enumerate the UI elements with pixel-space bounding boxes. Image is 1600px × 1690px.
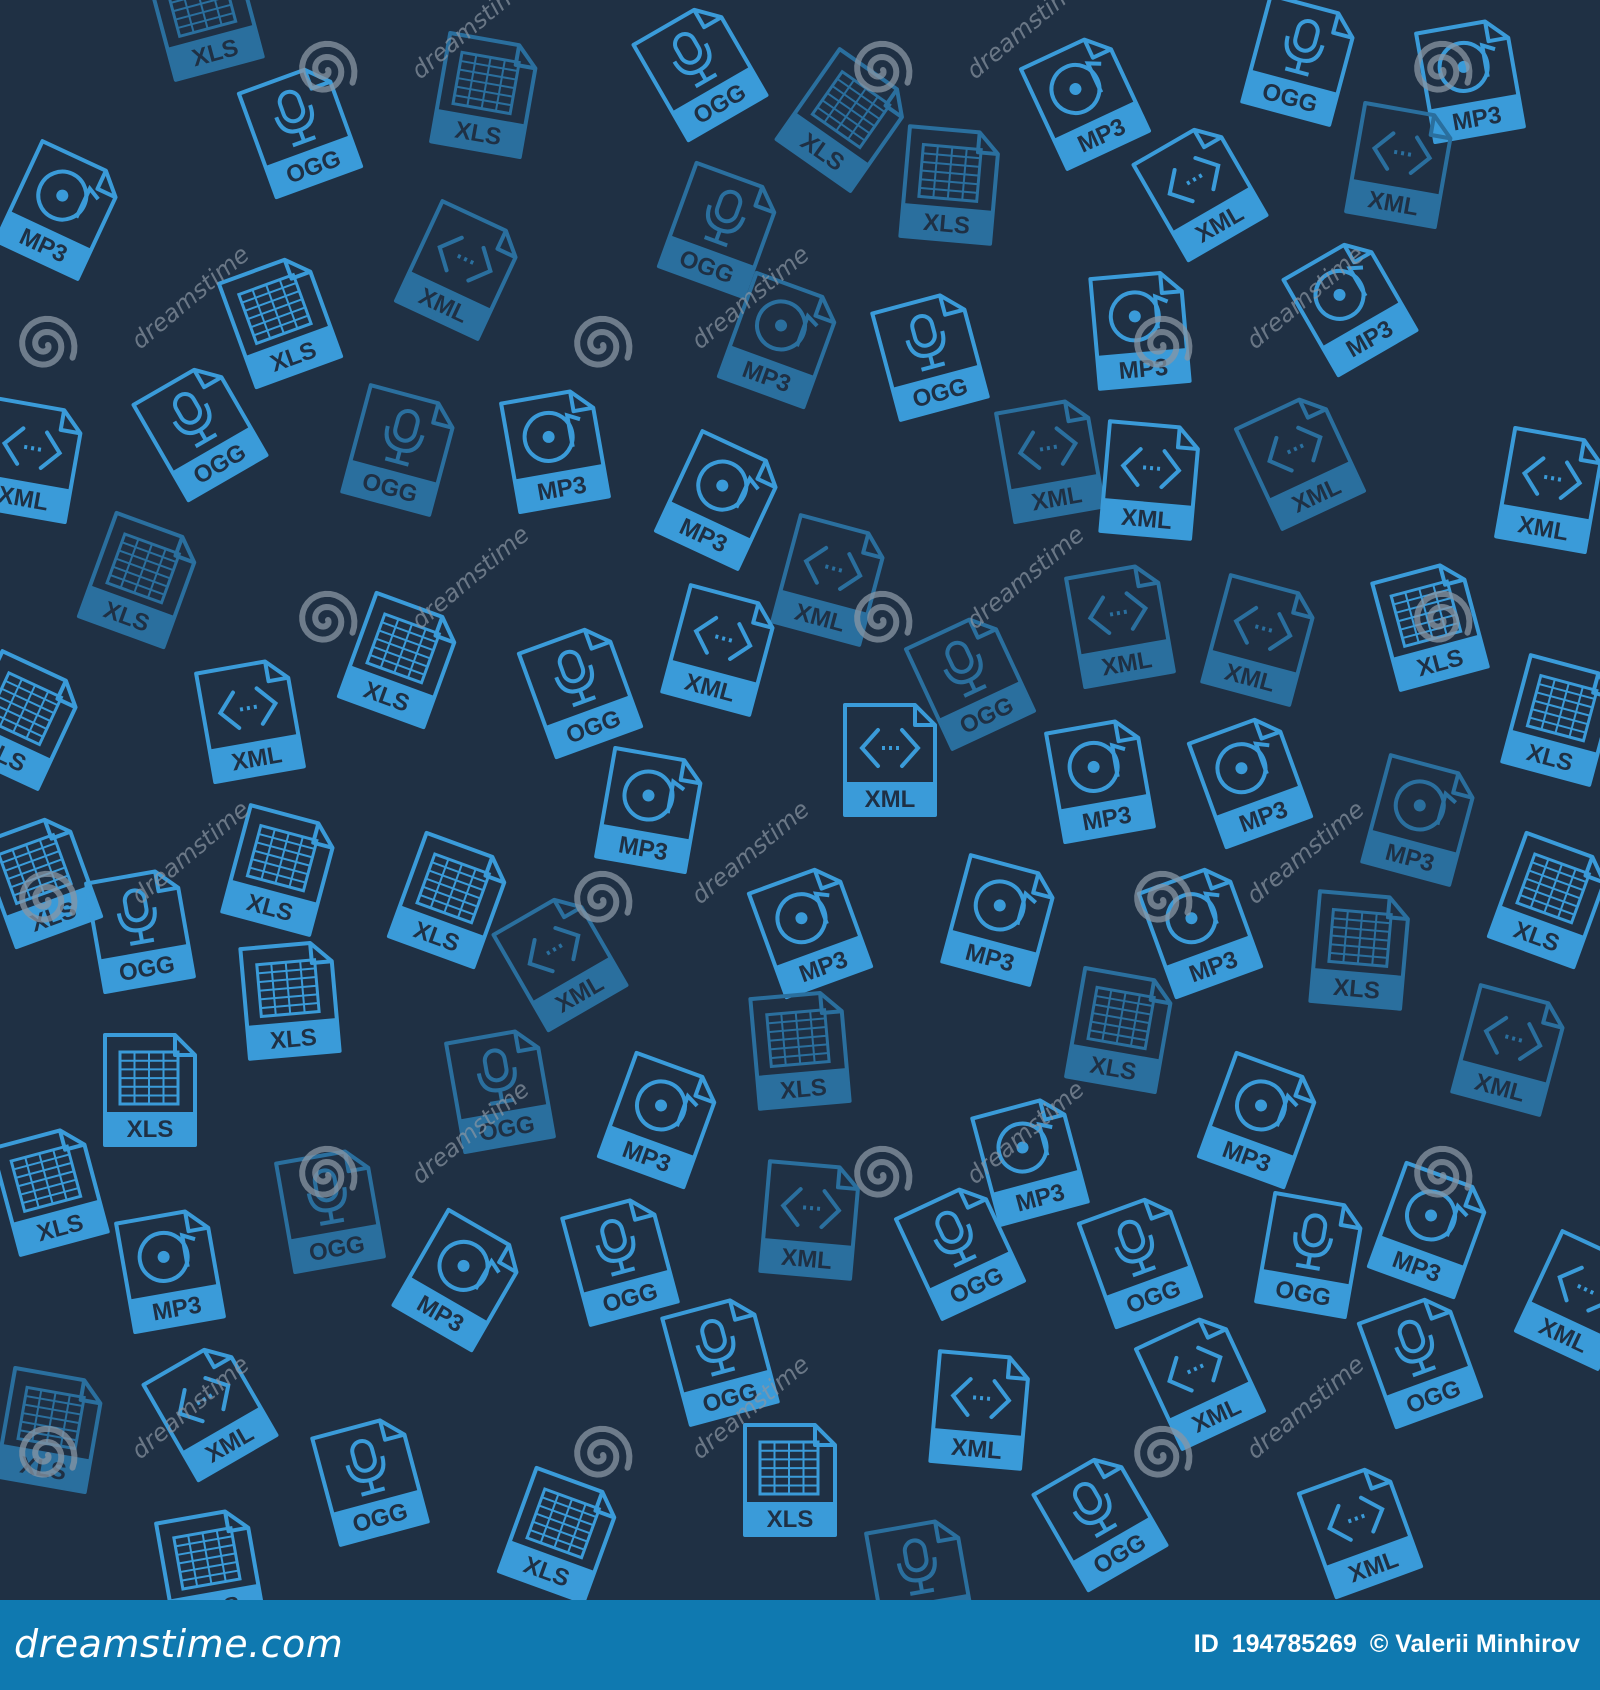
file-icon-pattern: XLSMP3OGGXLSOGGXLS MP3OGGMP3XMLXMLXLSOGGX… xyxy=(0,0,1600,1600)
image-id-credit: ID 194785269 © Valerii Minhirov xyxy=(1188,1630,1580,1659)
dreamstime-logo[interactable]: dreamstime.com xyxy=(14,1622,343,1666)
image-id-label: ID xyxy=(1193,1630,1219,1658)
svg-text:XML: XML xyxy=(865,786,916,813)
footer-bar: dreamstime.com ID 194785269 © Valerii Mi… xyxy=(0,1600,1600,1690)
author-credit: © Valerii Minhirov xyxy=(1369,1630,1580,1658)
svg-text:XLS: XLS xyxy=(767,1506,814,1533)
svg-text:XLS: XLS xyxy=(779,1074,828,1105)
svg-text:XML: XML xyxy=(950,1434,1003,1465)
svg-text:XML: XML xyxy=(780,1244,833,1275)
stock-image: XLS MP3 OGG XLS OGG XLS MP3 OGG MP3 XML XML XLS OGG X… xyxy=(0,0,1600,1690)
svg-text:XML: XML xyxy=(1120,504,1173,535)
svg-text:XLS: XLS xyxy=(269,1024,318,1055)
svg-text:XLS: XLS xyxy=(127,1116,174,1143)
image-id-number: 194785269 xyxy=(1231,1630,1357,1658)
svg-text:XLS: XLS xyxy=(922,209,971,240)
svg-text:XLS: XLS xyxy=(1332,974,1381,1005)
